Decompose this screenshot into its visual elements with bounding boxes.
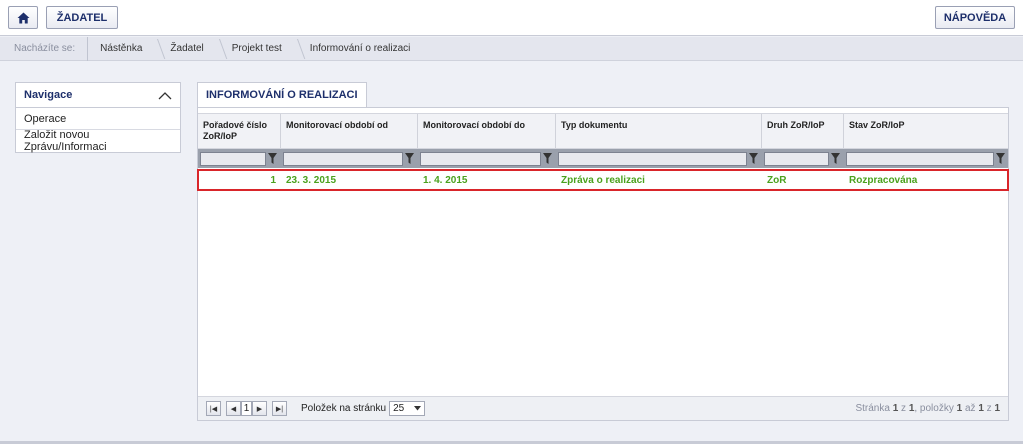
per-page-label: Položek na stránku xyxy=(301,403,387,414)
filter-cell xyxy=(281,149,418,168)
home-icon xyxy=(17,12,29,23)
chevron-down-icon xyxy=(414,406,422,411)
filter-icon[interactable] xyxy=(403,152,415,166)
filter-input[interactable] xyxy=(558,151,747,166)
navigation-panel: Navigace Operace Založit novou Zprávu/In… xyxy=(15,82,181,153)
breadcrumb-item-nastenka[interactable]: Nástěnka xyxy=(87,36,158,61)
pager-info: Stránka 1 z 1, položky 1 až 1 z 1 xyxy=(855,403,1000,414)
filter-icon[interactable] xyxy=(829,152,841,166)
column-header-obdobi-do[interactable]: Monitorovací období do xyxy=(418,114,556,148)
column-header-stav[interactable]: Stav ZoR/IoP xyxy=(844,114,1008,148)
filter-row xyxy=(198,149,1008,168)
pager-info-to-word: až xyxy=(962,403,979,414)
filter-input[interactable] xyxy=(420,151,541,166)
cell-stav: Rozpracována xyxy=(849,174,918,186)
navigation-title: Navigace xyxy=(24,89,73,101)
grid-panel: Pořadové číslo ZoR/IoP Monitorovací obdo… xyxy=(197,107,1009,421)
pager: |◀ ◀ 1 ▶ ▶| Položek na stránku 25 Stránk… xyxy=(198,396,1008,420)
filter-icon[interactable] xyxy=(266,152,278,166)
cell-obdobi-od: 23. 3. 2015 xyxy=(286,174,337,186)
prev-page-button[interactable]: ◀ xyxy=(226,401,241,416)
filter-cell xyxy=(844,149,1008,168)
filter-icon[interactable] xyxy=(541,152,553,166)
filter-cell xyxy=(556,149,762,168)
cell-typ-dokumentu: Zpráva o realizaci xyxy=(561,174,645,186)
column-header-poradove-cislo[interactable]: Pořadové číslo ZoR/IoP xyxy=(198,114,281,148)
filter-input[interactable] xyxy=(200,151,266,166)
filter-icon[interactable] xyxy=(747,152,759,166)
filter-cell xyxy=(418,149,556,168)
zadatel-button[interactable]: ŽADATEL xyxy=(46,6,118,29)
breadcrumb-item-current: Informování o realizaci xyxy=(309,43,411,54)
column-header-typ-dokumentu[interactable]: Typ dokumentu xyxy=(556,114,762,148)
breadcrumb-item-projekt[interactable]: Projekt test xyxy=(220,37,298,61)
next-page-button[interactable]: ▶ xyxy=(252,401,267,416)
breadcrumb-item-zadatel[interactable]: Žadatel xyxy=(158,37,219,61)
home-button[interactable] xyxy=(8,6,38,29)
nav-item-operace[interactable]: Operace xyxy=(16,108,180,130)
filter-cell xyxy=(762,149,844,168)
cell-druh: ZoR xyxy=(767,174,787,186)
tab-informovani[interactable]: INFORMOVÁNÍ O REALIZACI xyxy=(197,82,367,107)
per-page-select[interactable]: 25 xyxy=(389,401,426,416)
pager-info-total: 1 xyxy=(994,403,1000,414)
nav-item-zalozit[interactable]: Založit novou Zprávu/Informaci xyxy=(16,129,180,153)
table-row[interactable]: 1 23. 3. 2015 1. 4. 2015 Zpráva o realiz… xyxy=(197,169,1009,191)
cell-obdobi-do: 1. 4. 2015 xyxy=(423,174,468,186)
filter-cell xyxy=(198,149,281,168)
cell-poradove-cislo: 1 xyxy=(270,174,276,186)
column-header-obdobi-od[interactable]: Monitorovací období od xyxy=(281,114,418,148)
last-page-button[interactable]: ▶| xyxy=(272,401,287,416)
chevron-up-icon[interactable] xyxy=(158,91,172,100)
pager-info-z2: z xyxy=(983,403,995,414)
breadcrumb: Nacházíte se: Nástěnka Žadatel Projekt t… xyxy=(0,36,1023,61)
current-page-number[interactable]: 1 xyxy=(241,401,252,416)
column-header-druh[interactable]: Druh ZoR/IoP xyxy=(762,114,844,148)
breadcrumb-label: Nacházíte se: xyxy=(14,43,76,54)
help-button[interactable]: NÁPOVĚDA xyxy=(935,6,1015,29)
pager-info-prefix: Stránka xyxy=(855,403,893,414)
first-page-button[interactable]: |◀ xyxy=(206,401,221,416)
filter-input[interactable] xyxy=(846,151,994,166)
filter-input[interactable] xyxy=(764,151,829,166)
pager-info-of: z xyxy=(898,403,909,414)
top-bar: ŽADATEL NÁPOVĚDA xyxy=(0,0,1023,36)
per-page-value: 25 xyxy=(393,403,405,414)
filter-input[interactable] xyxy=(283,151,403,166)
filter-icon[interactable] xyxy=(994,152,1006,166)
pager-info-items: , položky xyxy=(914,403,957,414)
grid-header: Pořadové číslo ZoR/IoP Monitorovací obdo… xyxy=(198,113,1008,149)
navigation-header[interactable]: Navigace xyxy=(16,83,180,108)
